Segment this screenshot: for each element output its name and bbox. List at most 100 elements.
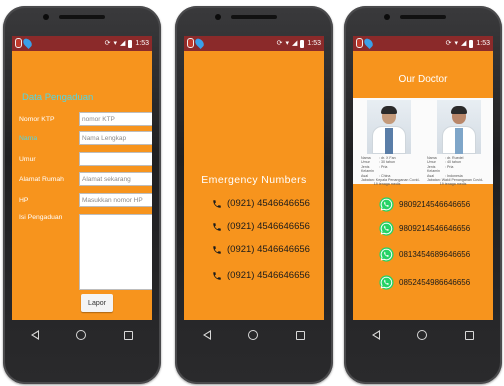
- back-icon[interactable]: [30, 330, 39, 340]
- wifi-icon: ▾: [285, 40, 289, 47]
- status-time: 1:53: [135, 40, 149, 47]
- signal-icon: ◢: [460, 40, 467, 47]
- sync-icon: ⟳: [276, 40, 283, 47]
- phone-input[interactable]: Masukkan nomor HP: [79, 193, 152, 207]
- name-label: Nama: [19, 134, 38, 142]
- recent-apps-icon[interactable]: [124, 330, 134, 340]
- whatsapp-contact-item[interactable]: 9809214546646656: [378, 196, 470, 213]
- emergency-number: (0921) 4546646656: [227, 221, 310, 232]
- phone-complaint-form: ⟳ ▾ ◢ 1:53 Data Pengaduan Nomor KTP nomo…: [3, 6, 161, 384]
- emergency-number-item[interactable]: (0921) 4546646656: [212, 270, 310, 281]
- front-camera: [215, 14, 221, 20]
- emergency-number: (0921) 4546646656: [227, 198, 310, 209]
- info-key: Jenis Kelamin: [427, 164, 440, 174]
- complaint-screen: ⟳ ▾ ◢ 1:53 Data Pengaduan Nomor KTP nomo…: [12, 36, 152, 320]
- info-key: Jabatan: [361, 178, 374, 183]
- ktp-input[interactable]: nomor KTP: [79, 112, 152, 126]
- app-icon: [356, 38, 363, 48]
- sync-icon: ⟳: [104, 40, 111, 47]
- nav-bar: [12, 320, 152, 350]
- doctor-hair: [381, 106, 397, 114]
- address-input[interactable]: Alamat sekarang: [79, 172, 152, 186]
- doctor-photo: [437, 100, 481, 154]
- whatsapp-icon: [379, 221, 394, 236]
- battery-icon: [469, 39, 474, 48]
- status-time: 1:53: [476, 40, 490, 47]
- form-title: Data Pengaduan: [22, 92, 94, 103]
- doctor-panel: Nama: dr. X Fan Umur: 30 tahun Jenis Kel…: [353, 98, 493, 187]
- address-label: Alamat Rumah: [19, 175, 64, 183]
- phone-doctors: ⟳ ▾ ◢ 1:53 Our Doctor Nama: dr. X Fan Um…: [344, 6, 502, 384]
- home-icon[interactable]: [76, 330, 87, 340]
- front-camera: [384, 14, 390, 20]
- name-input[interactable]: Nama Lengkap: [79, 131, 152, 145]
- field-row-ktp: Nomor KTP nomor KTP: [19, 112, 152, 126]
- phone-icon: [213, 199, 221, 208]
- field-row-address: Alamat Rumah Alamat sekarang: [19, 172, 152, 186]
- info-key: Jabatan: [427, 178, 440, 183]
- doctor-info: Nama: dr. X Fan Umur: 30 tahun Jenis Kel…: [361, 156, 421, 187]
- wifi-icon: ▾: [113, 40, 117, 47]
- info-value: : Kepala Penanganan Covid-19 tenaga medi…: [373, 178, 420, 187]
- whatsapp-icon: [379, 197, 394, 212]
- whatsapp-contact-item[interactable]: 9809214546646656: [378, 220, 470, 237]
- signal-icon: ◢: [119, 40, 126, 47]
- home-icon[interactable]: [417, 330, 428, 340]
- recent-apps-icon[interactable]: [296, 330, 306, 340]
- emergency-number: (0921) 4546646656: [227, 270, 310, 281]
- age-label: Umur: [19, 155, 36, 163]
- nav-bar: [353, 320, 493, 350]
- doctors-screen: ⟳ ▾ ◢ 1:53 Our Doctor Nama: dr. X Fan Um…: [353, 36, 493, 320]
- report-button[interactable]: Lapor: [81, 294, 113, 312]
- location-icon: [21, 36, 34, 50]
- wifi-icon: ▾: [454, 40, 458, 47]
- location-icon: [362, 36, 375, 50]
- doctor-shirt: [385, 128, 393, 154]
- complaint-text-label: Isi Pengaduan: [19, 214, 63, 221]
- phone-label: HP: [19, 196, 29, 204]
- doctor-shirt: [455, 128, 463, 154]
- status-bar: ⟳ ▾ ◢ 1:53: [12, 36, 152, 51]
- signal-icon: ◢: [291, 40, 298, 47]
- whatsapp-contact-item[interactable]: 0852454986646656: [378, 274, 470, 291]
- emergency-number-item[interactable]: (0921) 4546646656: [212, 198, 310, 209]
- speaker-grille: [400, 15, 446, 19]
- back-icon[interactable]: [371, 330, 380, 340]
- doctor-info: Nama: dr. Ruedel Umur: 40 tahun Jenis Ke…: [427, 156, 487, 187]
- nav-bar: [184, 320, 324, 350]
- phone-emergency: ⟳ ▾ ◢ 1:53 Emergency Numbers (0921) 4546…: [175, 6, 333, 384]
- whatsapp-number: 0813454689646656: [399, 250, 471, 259]
- age-input[interactable]: [79, 152, 152, 166]
- location-icon: [193, 36, 206, 50]
- phone-icon: [213, 245, 221, 254]
- whatsapp-number: 0852454986646656: [399, 278, 471, 287]
- whatsapp-icon: [379, 247, 394, 262]
- app-icon: [187, 38, 194, 48]
- info-value: : Pria: [379, 164, 388, 169]
- emergency-number-item[interactable]: (0921) 4546646656: [212, 244, 310, 255]
- app-icon: [15, 38, 22, 48]
- doctors-title: Our Doctor: [398, 74, 448, 85]
- info-key: Jenis Kelamin: [361, 164, 374, 174]
- speaker-grille: [231, 15, 277, 19]
- phone-icon: [213, 222, 221, 231]
- info-value: : Pria: [445, 164, 454, 169]
- whatsapp-contact-item[interactable]: 0813454689646656: [378, 246, 470, 263]
- front-camera: [43, 14, 49, 20]
- battery-icon: [300, 39, 305, 48]
- back-icon[interactable]: [202, 330, 211, 340]
- sync-icon: ⟳: [445, 40, 452, 47]
- field-row-phone: HP Masukkan nomor HP: [19, 193, 152, 207]
- doctor-card[interactable]: Nama: dr. Ruedel Umur: 40 tahun Jenis Ke…: [425, 98, 487, 187]
- field-row-name: Nama Nama Lengkap: [19, 131, 152, 145]
- speaker-grille: [59, 15, 105, 19]
- whatsapp-icon: [379, 275, 394, 290]
- doctor-photo: [367, 100, 411, 154]
- doctor-hair: [451, 106, 467, 114]
- home-icon[interactable]: [248, 330, 259, 340]
- status-bar: ⟳ ▾ ◢ 1:53: [184, 36, 324, 51]
- recent-apps-icon[interactable]: [465, 330, 475, 340]
- doctor-card[interactable]: Nama: dr. X Fan Umur: 30 tahun Jenis Kel…: [359, 98, 421, 187]
- complaint-textarea[interactable]: [79, 214, 152, 290]
- emergency-number-item[interactable]: (0921) 4546646656: [212, 221, 310, 232]
